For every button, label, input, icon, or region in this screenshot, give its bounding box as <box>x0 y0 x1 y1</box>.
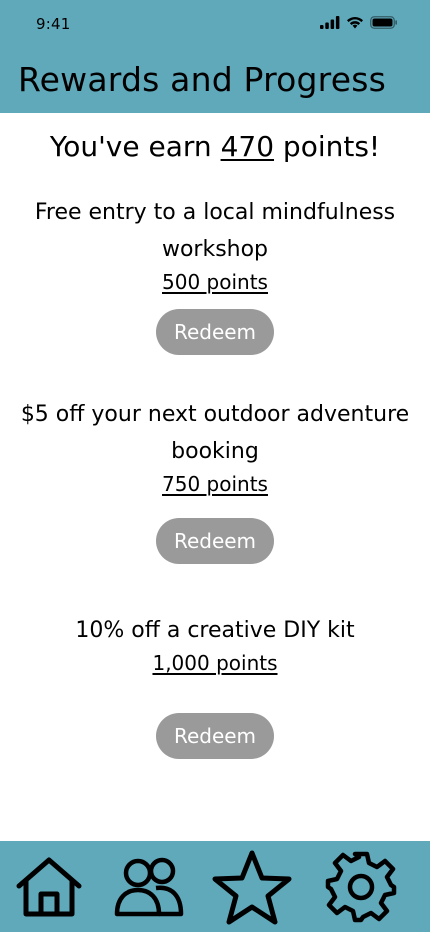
home-icon <box>16 857 82 917</box>
points-value: 470 <box>220 130 275 163</box>
tab-rewards[interactable] <box>212 847 292 927</box>
status-bar: 9:41 <box>0 0 430 50</box>
tab-bar <box>0 841 430 932</box>
reward-title: 10% off a creative DIY kit <box>75 618 355 643</box>
points-summary: You've earn 470 points! <box>0 130 430 163</box>
reward-card: $5 off your next outdoor adventure booki… <box>0 396 430 498</box>
reward-card: 10% off a creative DIY kit 1,000 points <box>0 612 430 677</box>
star-icon <box>212 850 292 925</box>
tab-settings[interactable] <box>321 847 401 927</box>
gear-icon <box>325 851 397 923</box>
redeem-button[interactable]: Redeem <box>156 518 274 564</box>
tab-community[interactable] <box>109 847 189 927</box>
battery-icon <box>370 16 397 29</box>
points-suffix: points! <box>274 130 381 163</box>
people-icon <box>114 857 184 917</box>
redeem-button[interactable]: Redeem <box>156 713 274 759</box>
status-icons <box>320 16 398 29</box>
reward-title: Free entry to a local mindfulness worksh… <box>34 200 396 262</box>
status-time: 9:41 <box>36 15 71 33</box>
page-title: Rewards and Progress <box>18 60 386 99</box>
reward-title: $5 off your next outdoor adventure booki… <box>20 402 410 464</box>
header: 9:41 Rewards and Progress <box>0 0 430 113</box>
reward-card: Free entry to a local mindfulness worksh… <box>0 194 430 296</box>
reward-cost: 1,000 points <box>152 651 278 675</box>
redeem-button[interactable]: Redeem <box>156 309 274 355</box>
reward-cost: 500 points <box>162 270 268 294</box>
tab-home[interactable] <box>9 847 89 927</box>
reward-cost: 750 points <box>162 472 268 496</box>
points-prefix: You've earn <box>49 130 221 163</box>
cellular-signal-icon <box>320 16 340 29</box>
wifi-icon <box>347 17 363 29</box>
